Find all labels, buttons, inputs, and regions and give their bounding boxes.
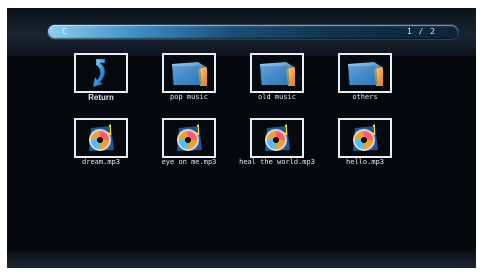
file-tile-dream[interactable]: dream.mp3 bbox=[74, 118, 130, 166]
item-label: eye on me.mp3 bbox=[161, 158, 217, 166]
folder-tile-others[interactable]: others bbox=[338, 53, 394, 101]
thumb-folder bbox=[250, 53, 304, 93]
tv-frame: C 1 / 2 Return pop music old music other… bbox=[0, 0, 482, 275]
item-label: dream.mp3 bbox=[82, 158, 120, 166]
folder-icon bbox=[260, 62, 295, 86]
thumb-music bbox=[74, 118, 128, 158]
current-path: C bbox=[62, 27, 67, 36]
item-label: others bbox=[352, 93, 378, 101]
thumb-folder bbox=[338, 53, 392, 93]
folder-tile-pop-music[interactable]: pop music bbox=[162, 53, 218, 101]
file-tile-hello[interactable]: hello.mp3 bbox=[338, 118, 394, 166]
folder-icon bbox=[348, 62, 383, 86]
music-disc-icon bbox=[353, 124, 378, 151]
thumb-music bbox=[338, 118, 392, 158]
file-tile-eye-on-me[interactable]: eye on me.mp3 bbox=[162, 118, 218, 166]
path-bar: C 1 / 2 bbox=[48, 25, 458, 39]
thumb-folder bbox=[162, 53, 216, 93]
header-band: C 1 / 2 bbox=[7, 8, 476, 56]
music-disc-icon bbox=[89, 124, 114, 151]
thumb-music bbox=[250, 118, 304, 158]
thumb-return bbox=[74, 53, 128, 93]
item-label: heal the world.mp3 bbox=[239, 158, 315, 166]
media-browser-screen: C 1 / 2 Return pop music old music other… bbox=[7, 8, 476, 268]
music-disc-icon bbox=[177, 124, 202, 151]
item-label: hello.mp3 bbox=[346, 158, 384, 166]
item-label: pop music bbox=[170, 93, 208, 101]
item-label: old music bbox=[258, 93, 296, 101]
footer-band bbox=[7, 251, 476, 268]
music-disc-icon bbox=[265, 124, 290, 151]
file-tile-heal-the-world[interactable]: heal the world.mp3 bbox=[239, 118, 315, 166]
return-icon bbox=[92, 58, 106, 88]
return-tile[interactable]: Return bbox=[74, 53, 130, 102]
item-label: Return bbox=[88, 93, 114, 102]
page-indicator: 1 / 2 bbox=[406, 27, 436, 36]
thumb-music bbox=[162, 118, 216, 158]
folder-icon bbox=[172, 62, 207, 86]
folder-tile-old-music[interactable]: old music bbox=[250, 53, 306, 101]
